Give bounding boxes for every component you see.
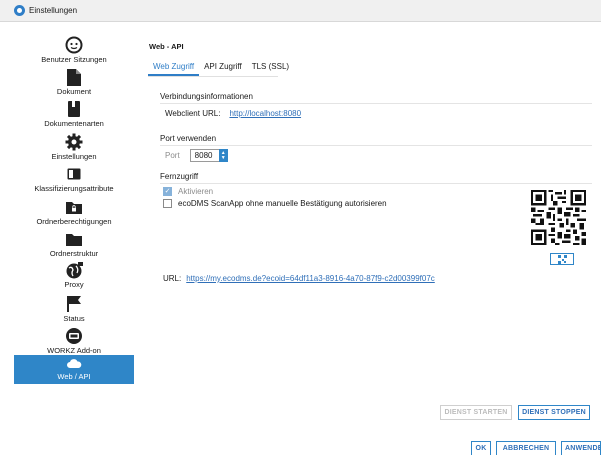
port-label: Port xyxy=(165,151,180,160)
connection-heading: Verbindungsinformationen xyxy=(160,92,253,101)
qr-code-button[interactable] xyxy=(550,253,574,265)
remote-url-row: URL: https://my.ecodms.de?ecoid=64df11a3… xyxy=(163,274,435,283)
tab-bar: Web Zugriff API Zugriff TLS (SSL) xyxy=(148,55,289,77)
flag-icon xyxy=(66,294,82,314)
sidebar-item-label: Dokument xyxy=(56,87,92,96)
sidebar-item-workz-addon[interactable]: WORKZ Add-on xyxy=(14,326,134,356)
cancel-button[interactable]: ABBRECHEN xyxy=(496,441,556,455)
ok-button[interactable]: OK xyxy=(471,441,491,455)
sidebar-item-proxy[interactable]: Proxy xyxy=(14,260,134,290)
sidebar-item-dokument[interactable]: Dokument xyxy=(14,67,134,97)
window-title: Einstellungen xyxy=(29,6,78,15)
webclient-url-row: Webclient URL: http://localhost:8080 xyxy=(165,109,301,118)
sidebar-item-label: Klassifizierungsattribute xyxy=(34,184,114,193)
port-input[interactable]: 8080 ▲ ▼ xyxy=(189,149,228,162)
globe-icon xyxy=(65,260,84,280)
port-heading: Port verwenden xyxy=(160,134,217,143)
port-spinner[interactable]: ▲ ▼ xyxy=(218,149,228,162)
sidebar-item-label: Status xyxy=(63,314,85,323)
activate-checkbox[interactable] xyxy=(163,187,172,196)
sidebar-item-benutzer-sitzungen[interactable]: Benutzer Sitzungen xyxy=(14,35,134,65)
sidebar-item-label: Ordnerberechtigungen xyxy=(36,217,112,226)
sidebar-item-label: Dokumentenarten xyxy=(44,119,104,128)
sidebar-item-label: Benutzer Sitzungen xyxy=(41,55,107,64)
divider xyxy=(160,145,592,146)
app-icon xyxy=(14,5,25,16)
tab-api-zugriff[interactable]: API Zugriff xyxy=(199,55,247,76)
scanapp-row: ecoDMS ScanApp ohne manuelle Bestätigung… xyxy=(163,199,387,208)
section-title: Web - API xyxy=(149,42,184,51)
scanapp-checkbox[interactable] xyxy=(163,199,172,208)
activate-label: Aktivieren xyxy=(178,187,214,196)
sidebar-item-web-api[interactable]: Web / API xyxy=(14,355,134,384)
stop-service-button[interactable]: DIENST STOPPEN xyxy=(518,405,590,420)
folder-icon xyxy=(65,229,83,249)
sidebar-item-label: Einstellungen xyxy=(51,152,97,161)
main-panel: Web - API Web Zugriff API Zugriff TLS (S… xyxy=(138,22,601,455)
title-bar: Einstellungen xyxy=(0,0,601,22)
folder-lock-icon xyxy=(65,197,83,217)
start-service-button[interactable]: DIENST STARTEN xyxy=(440,405,512,420)
divider xyxy=(160,183,592,184)
workz-icon xyxy=(65,326,83,346)
spinner-down-icon: ▼ xyxy=(220,154,226,161)
sidebar-item-ordnerberechtigungen[interactable]: Ordnerberechtigungen xyxy=(14,197,134,227)
scanapp-label: ecoDMS ScanApp ohne manuelle Bestätigung… xyxy=(178,199,387,208)
sidebar-item-status[interactable]: Status xyxy=(14,294,134,324)
sidebar-item-einstellungen[interactable]: Einstellungen xyxy=(14,132,134,162)
document-icon xyxy=(66,67,82,87)
webclient-url-label: Webclient URL: xyxy=(165,109,221,118)
sidebar: Benutzer Sitzungen Dokument Dokumentenar… xyxy=(0,22,138,455)
sidebar-item-ordnerstruktur[interactable]: Ordnerstruktur xyxy=(14,229,134,259)
port-value: 8080 xyxy=(194,151,213,160)
cloud-icon xyxy=(66,355,82,372)
sidebar-item-label: Proxy xyxy=(64,280,84,289)
tab-web-zugriff[interactable]: Web Zugriff xyxy=(148,55,200,76)
qr-icon xyxy=(557,254,567,264)
sidebar-item-label: Web / API xyxy=(57,372,91,381)
user-sessions-icon xyxy=(65,35,83,55)
sidebar-item-label: Ordnerstruktur xyxy=(49,249,99,258)
gear-icon xyxy=(65,132,83,152)
sidebar-item-dokumentenarten[interactable]: Dokumentenarten xyxy=(14,99,134,129)
classification-icon xyxy=(67,164,81,184)
port-row: Port 8080 ▲ ▼ xyxy=(165,149,228,162)
sidebar-item-klassifizierungsattribute[interactable]: Klassifizierungsattribute xyxy=(14,164,134,194)
document-types-icon xyxy=(67,99,81,119)
qr-code xyxy=(531,190,586,245)
remote-url-link[interactable]: https://my.ecodms.de?ecoid=64df11a3-8916… xyxy=(186,274,435,283)
divider xyxy=(160,103,592,104)
remote-heading: Fernzugriff xyxy=(160,172,199,181)
activate-row: Aktivieren xyxy=(163,187,213,196)
webclient-url-link[interactable]: http://localhost:8080 xyxy=(229,109,301,118)
remote-url-label: URL: xyxy=(163,274,182,283)
tab-tls-ssl[interactable]: TLS (SSL) xyxy=(247,55,294,76)
apply-button[interactable]: ANWENDEN xyxy=(561,441,601,455)
